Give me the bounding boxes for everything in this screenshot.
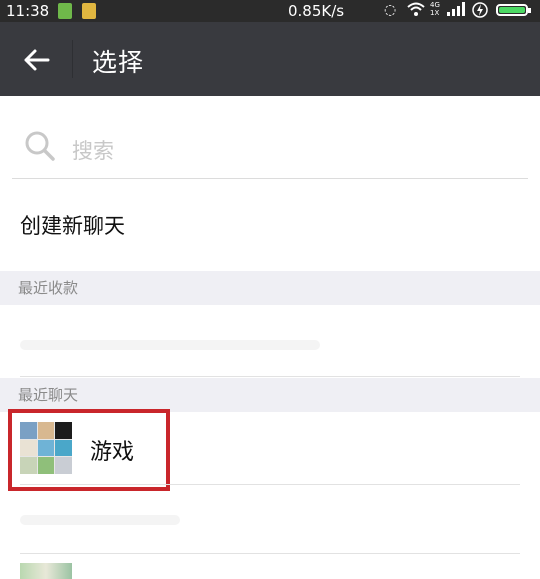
status-bar: 11:38 0.85K/s ◌ 4G 1X bbox=[0, 0, 540, 22]
charging-icon bbox=[472, 2, 488, 22]
chat-item-game-group[interactable]: 游戏 bbox=[0, 412, 540, 484]
create-new-chat-button[interactable]: 创建新聊天 bbox=[20, 210, 125, 240]
row-divider bbox=[20, 484, 520, 485]
title-bar: 选择 bbox=[0, 22, 540, 96]
signal-icon bbox=[447, 2, 465, 20]
wifi-icon bbox=[407, 2, 425, 20]
group-avatar-grid-icon bbox=[20, 422, 72, 474]
section-header-recent-payments: 最近收款 bbox=[0, 271, 540, 305]
row-divider bbox=[20, 376, 520, 377]
status-time: 11:38 bbox=[6, 2, 50, 20]
battery-icon bbox=[496, 4, 531, 16]
notification-app-icon bbox=[58, 3, 72, 19]
network-speed: 0.85K/s bbox=[288, 2, 345, 20]
contact-avatar bbox=[20, 563, 72, 579]
search-placeholder: 搜索 bbox=[72, 139, 114, 163]
search-icon bbox=[24, 130, 56, 166]
blurred-contact-row[interactable] bbox=[20, 340, 320, 350]
notification-app-icon-2 bbox=[82, 3, 96, 19]
blurred-contact-row[interactable] bbox=[20, 515, 180, 525]
row-divider bbox=[20, 553, 520, 554]
chat-name: 游戏 bbox=[90, 440, 135, 465]
arrow-left-icon[interactable] bbox=[18, 42, 54, 78]
page-title: 选择 bbox=[92, 48, 145, 77]
sync-icon: ◌ bbox=[384, 2, 397, 18]
section-header-recent-chats: 最近聊天 bbox=[0, 378, 540, 412]
title-divider bbox=[72, 40, 73, 78]
network-type: 4G 1X bbox=[430, 1, 440, 17]
search-input[interactable]: 搜索 bbox=[12, 116, 528, 179]
